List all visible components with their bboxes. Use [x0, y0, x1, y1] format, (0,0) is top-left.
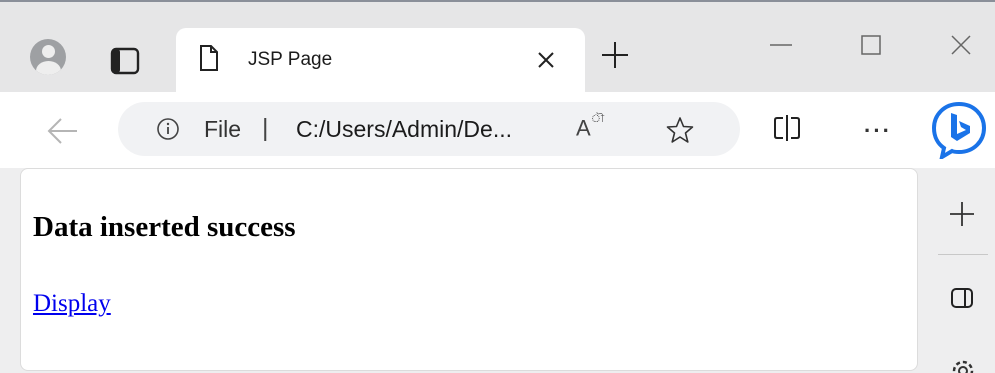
tab-title: JSP Page — [248, 49, 333, 70]
tab-actions-icon[interactable] — [110, 47, 142, 77]
avatar-body — [36, 61, 61, 75]
address-bar[interactable]: File | C:/Users/Admin/De... Aৗ — [118, 102, 740, 156]
profile-avatar-icon[interactable] — [30, 39, 66, 75]
maximize-icon[interactable] — [858, 32, 884, 58]
new-tab-icon[interactable] — [598, 38, 632, 72]
page-icon — [200, 45, 218, 71]
back-arrow-icon[interactable] — [45, 116, 79, 146]
edge-sidebar — [918, 168, 995, 373]
settings-gear-icon[interactable] — [950, 358, 976, 373]
avatar-head — [42, 45, 55, 58]
read-aloud-mark: ৗ — [590, 113, 605, 125]
split-screen-icon[interactable] — [772, 114, 802, 142]
read-aloud-icon[interactable]: Aৗ — [576, 113, 605, 141]
url-text[interactable]: C:/Users/Admin/De... — [296, 116, 512, 143]
minimize-icon[interactable] — [768, 32, 794, 58]
bing-copilot-icon[interactable] — [930, 101, 988, 159]
add-icon[interactable] — [948, 200, 976, 228]
read-aloud-letter: A — [576, 115, 591, 141]
page-content: Data inserted success Display — [20, 168, 918, 371]
tab-strip: JSP Page — [0, 2, 995, 94]
more-options-button[interactable]: ··· — [864, 118, 892, 144]
address-separator: | — [262, 114, 269, 142]
sidebar-divider — [938, 254, 988, 255]
close-icon[interactable] — [536, 50, 556, 70]
browser-toolbar: File | C:/Users/Admin/De... Aৗ ··· — [0, 92, 995, 168]
page-heading: Data inserted success — [33, 211, 296, 243]
sidebar-panel-icon[interactable] — [950, 287, 974, 309]
display-link[interactable]: Display — [33, 290, 111, 318]
scheme-label: File — [204, 116, 242, 142]
window-close-icon[interactable] — [948, 32, 974, 58]
active-tab[interactable]: JSP Page — [176, 28, 585, 94]
favorite-star-icon[interactable] — [666, 116, 694, 144]
info-icon[interactable] — [156, 117, 180, 141]
